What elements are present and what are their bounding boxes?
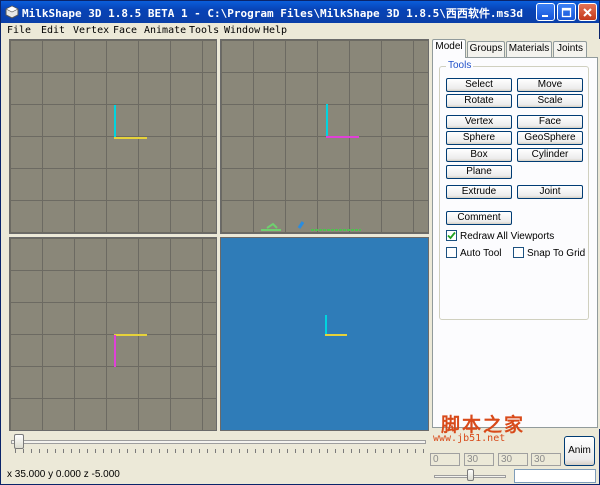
snap-to-grid-checkbox[interactable]: Snap To Grid [513,247,585,259]
maximize-button[interactable] [557,3,576,21]
move-button[interactable]: Move [517,78,583,92]
geosphere-button[interactable]: GeoSphere [517,131,583,145]
maximize-icon [561,7,572,18]
x-axis-line [325,334,347,336]
z-axis-line [326,136,359,138]
box-button[interactable]: Box [446,148,512,162]
y-axis-line [325,315,327,335]
tools-group-title: Tools [446,60,474,71]
plane-button[interactable]: Plane [446,165,512,179]
tab-joints[interactable]: Joints [553,41,587,57]
x-axis-line [114,334,147,336]
tools-group: Tools Select Move Rotate Scale Vertex Fa… [439,60,589,320]
viewport-3d[interactable] [220,237,429,431]
minimize-button[interactable] [536,3,555,21]
watermark-url: www.jb51.net [433,433,506,444]
snap-to-grid-label: Snap To Grid [527,248,586,259]
menu-file[interactable]: File [7,25,31,36]
frame-field-total[interactable]: 30 [464,453,494,466]
viewport-grid [221,40,428,233]
auto-tool-label: Auto Tool [460,248,502,259]
menu-face[interactable]: Face [113,25,137,36]
viewport-grid [10,40,216,233]
cylinder-button[interactable]: Cylinder [517,148,583,162]
viewport-grid [10,238,216,430]
tab-groups[interactable]: Groups [467,41,505,57]
z-axis-line [114,335,116,367]
speed-slider-thumb[interactable] [467,469,474,481]
tab-model[interactable]: Model [432,39,466,58]
comment-button[interactable]: Comment [446,211,512,225]
joint-button[interactable]: Joint [517,185,583,199]
close-icon [583,8,592,17]
checkmark-icon [447,231,456,240]
x-axis-line [114,137,147,139]
model-tab-page: Tools Select Move Rotate Scale Vertex Fa… [432,57,598,428]
vertex-button[interactable]: Vertex [446,115,512,129]
menu-vertex[interactable]: Vertex [73,25,109,36]
anim-input[interactable] [514,469,596,483]
milkshape-app-icon[interactable] [5,5,19,19]
scale-button[interactable]: Scale [517,94,583,108]
timeline-slider-thumb[interactable] [14,434,24,449]
tab-materials[interactable]: Materials [506,41,552,57]
extrude-button[interactable]: Extrude [446,185,512,199]
menu-help[interactable]: Help [263,25,287,36]
menu-edit[interactable]: Edit [41,25,65,36]
scene-object-marks [261,221,361,231]
viewport-side[interactable] [9,237,217,431]
menu-animate[interactable]: Animate [144,25,186,36]
app-window: MilkShape 3D 1.8.5 BETA 1 - C:\Program F… [0,0,600,485]
timeline-ticks [15,449,425,453]
frame-field-count[interactable]: 30 [531,453,561,466]
close-button[interactable] [578,3,597,21]
checkbox-box[interactable] [446,247,457,258]
menu-bar: File Edit Vertex Face Animate Tools Wind… [1,23,599,39]
anim-button[interactable]: Anim [564,436,595,466]
sphere-button[interactable]: Sphere [446,131,512,145]
minimize-icon [542,15,548,17]
viewport-top[interactable] [220,39,429,234]
select-button[interactable]: Select [446,78,512,92]
tool-panel: Model Groups Materials Joints Tools Sele… [430,39,600,429]
y-axis-line [114,105,116,138]
checkbox-box[interactable] [446,230,457,241]
viewport-front[interactable] [9,39,217,234]
frame-field-current[interactable]: 0 [430,453,460,466]
coordinate-readout: x 35.000 y 0.000 z -5.000 [7,469,120,480]
y-axis-line [326,104,328,138]
redraw-all-viewports-checkbox[interactable]: Redraw All Viewports [446,230,554,242]
rotate-button[interactable]: Rotate [446,94,512,108]
face-button[interactable]: Face [517,115,583,129]
checkbox-box[interactable] [513,247,524,258]
title-bar[interactable]: MilkShape 3D 1.8.5 BETA 1 - C:\Program F… [1,1,599,23]
window-title: MilkShape 3D 1.8.5 BETA 1 - C:\Program F… [22,7,523,20]
timeline-slider-track[interactable] [11,440,426,444]
menu-window[interactable]: Window [224,25,260,36]
frame-field-end[interactable]: 30 [498,453,528,466]
auto-tool-checkbox[interactable]: Auto Tool [446,247,502,259]
redraw-all-viewports-label: Redraw All Viewports [460,231,555,242]
menu-tools[interactable]: Tools [189,25,219,36]
